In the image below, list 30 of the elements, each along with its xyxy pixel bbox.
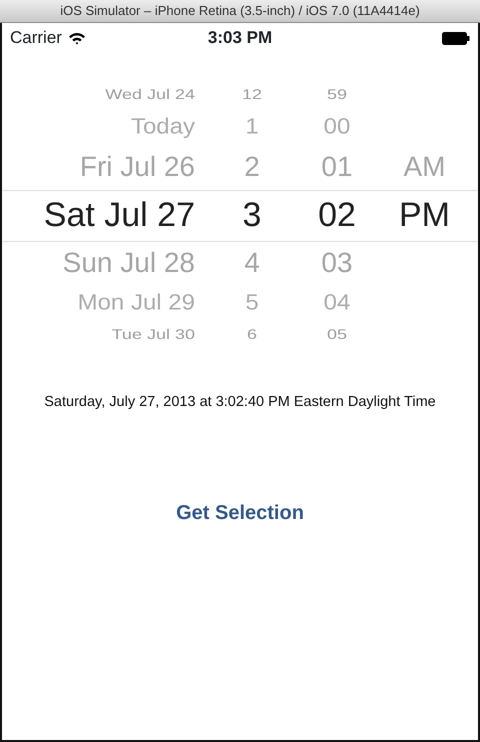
minute-option[interactable]: 02 (318, 197, 356, 235)
hour-option[interactable]: 6 (246, 327, 257, 343)
status-time: 3:03 PM (208, 27, 272, 50)
date-option[interactable]: Wed Jul 24 (105, 87, 195, 103)
hour-option[interactable]: 2 (244, 152, 260, 183)
minute-option[interactable]: 00 (324, 115, 350, 140)
period-option[interactable]: PM (399, 197, 450, 235)
hour-option[interactable]: 12 (242, 87, 262, 103)
window-title: iOS Simulator – iPhone Retina (3.5-inch) / iOS 7.0 (11A4414e) (0, 0, 480, 23)
hour-option[interactable]: 1 (245, 115, 259, 140)
minute-option[interactable]: 59 (326, 87, 348, 103)
date-option[interactable]: Mon Jul 29 (78, 291, 195, 316)
carrier-name: Carrier (10, 27, 62, 50)
hour-option[interactable]: 3 (242, 197, 262, 235)
get-selection-button[interactable]: Get Selection (168, 494, 312, 532)
minute-option[interactable]: 04 (324, 291, 350, 316)
date-option[interactable]: Tue Jul 30 (112, 327, 195, 343)
battery-icon (442, 32, 470, 44)
minute-option[interactable]: 01 (321, 152, 353, 183)
selection-text: Saturday, July 27, 2013 at 3:02:40 PM Eastern Daylight Time (43, 393, 437, 412)
date-option[interactable]: Sat Jul 27 (44, 197, 195, 235)
hour-option[interactable]: 4 (244, 248, 260, 279)
hour-option[interactable]: 5 (245, 291, 259, 316)
wifi-icon (68, 32, 86, 44)
minute-option[interactable]: 03 (321, 248, 353, 279)
date-option[interactable]: Fri Jul 26 (80, 152, 195, 183)
period-option[interactable]: AM (404, 152, 446, 183)
date-option[interactable]: Sun Jul 28 (62, 248, 195, 279)
minute-option[interactable]: 05 (326, 327, 348, 343)
date-option[interactable]: Today (130, 115, 195, 140)
